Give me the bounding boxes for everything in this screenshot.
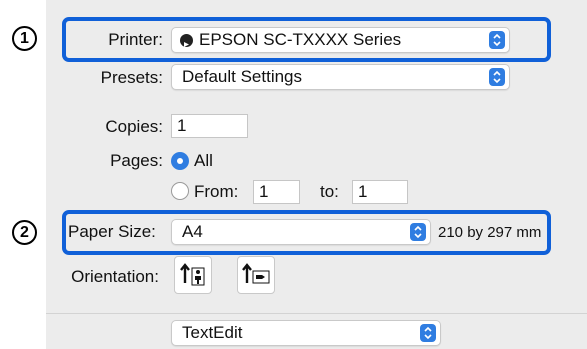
pages-from-label: From: bbox=[194, 182, 239, 201]
pages-to-field[interactable]: 1 bbox=[352, 180, 408, 204]
orientation-label: Orientation: bbox=[71, 267, 159, 286]
highlight-box-2 bbox=[62, 210, 551, 255]
landscape-orientation-button[interactable] bbox=[237, 256, 275, 294]
copies-label: Copies: bbox=[105, 117, 163, 136]
pages-all-radio[interactable] bbox=[171, 152, 189, 170]
presets-popup[interactable]: Default Settings bbox=[171, 64, 510, 90]
presets-value: Default Settings bbox=[182, 67, 303, 86]
marker-1: 1 bbox=[12, 26, 37, 51]
pages-from-field[interactable]: 1 bbox=[253, 180, 300, 204]
app-options-value: TextEdit bbox=[182, 323, 243, 342]
section-divider bbox=[46, 313, 587, 314]
app-options-popup[interactable]: TextEdit bbox=[171, 320, 441, 346]
marker-2: 2 bbox=[12, 220, 37, 245]
copies-field[interactable]: 1 bbox=[171, 114, 248, 138]
landscape-orientation-icon bbox=[242, 263, 270, 284]
portrait-orientation-icon bbox=[180, 263, 205, 286]
pages-label: Pages: bbox=[110, 151, 163, 170]
highlight-box-1 bbox=[62, 17, 551, 62]
app-options-popup-arrows-icon bbox=[420, 324, 436, 342]
pages-to-label: to: bbox=[320, 182, 339, 201]
presets-label: Presets: bbox=[100, 68, 163, 87]
pages-all-label: All bbox=[194, 151, 213, 170]
pages-from-radio[interactable] bbox=[171, 182, 189, 200]
presets-popup-arrows-icon bbox=[489, 68, 505, 86]
portrait-orientation-button[interactable] bbox=[174, 256, 212, 294]
